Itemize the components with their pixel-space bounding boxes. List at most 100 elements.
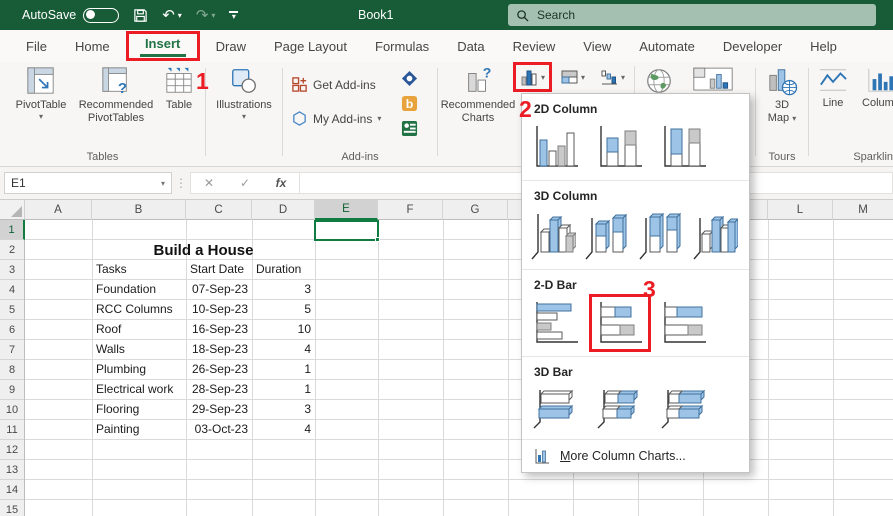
duration-cell[interactable]: 3 xyxy=(252,280,315,300)
table-button[interactable]: Table xyxy=(158,66,200,112)
duration-cell[interactable]: 1 xyxy=(252,360,315,380)
recommended-pivottables-button[interactable]: ? Recommended PivotTables xyxy=(72,66,160,125)
sheet-title-cell[interactable]: Build a House xyxy=(92,240,315,261)
start-date-cell[interactable]: 29-Sep-23 xyxy=(186,400,252,420)
row-header[interactable]: 9 xyxy=(0,380,24,400)
row-header[interactable]: 3 xyxy=(0,260,24,280)
task-cell[interactable]: Painting xyxy=(92,420,186,440)
task-cell[interactable]: Plumbing xyxy=(92,360,186,380)
tab-help[interactable]: Help xyxy=(796,30,851,62)
tab-insert-label[interactable]: Insert xyxy=(145,36,180,51)
selected-cell-e1[interactable] xyxy=(314,220,379,241)
pivottable-button[interactable]: PivotTable ▾ xyxy=(10,66,72,121)
duration-cell[interactable]: 4 xyxy=(252,420,315,440)
hierarchy-chart-chevron-icon[interactable]: ▾ xyxy=(581,73,585,82)
tab-formulas[interactable]: Formulas xyxy=(361,30,443,62)
people-graph-addin-icon[interactable] xyxy=(401,120,418,137)
illustrations-button[interactable]: Illustrations ▾ xyxy=(212,66,276,121)
stacked-100-3d-column-option[interactable] xyxy=(636,208,686,262)
duration-cell[interactable]: 1 xyxy=(252,380,315,400)
duration-cell[interactable]: 5 xyxy=(252,300,315,320)
table-row[interactable]: Plumbing 26-Sep-23 1 xyxy=(92,360,315,380)
recommended-charts-button[interactable]: ? Recommended Charts xyxy=(442,66,514,125)
clustered-3d-bar-option[interactable] xyxy=(528,384,584,432)
more-column-charts-label[interactable]: More Column Charts... xyxy=(560,449,686,463)
row-header[interactable]: 13 xyxy=(0,460,24,480)
visio-addin-icon[interactable] xyxy=(401,70,418,87)
row-header[interactable]: 12 xyxy=(0,440,24,460)
autosave-switch-icon[interactable] xyxy=(83,8,119,23)
start-date-cell[interactable]: 26-Sep-23 xyxy=(186,360,252,380)
sparkline-line-button[interactable]: Line xyxy=(815,66,851,110)
table-row[interactable]: RCC Columns 10-Sep-23 5 xyxy=(92,300,315,320)
tab-home[interactable]: Home xyxy=(61,30,124,62)
insert-waterfall-chart-button[interactable]: ▾ xyxy=(596,65,629,89)
bing-maps-addin-icon[interactable]: b xyxy=(401,95,418,112)
table-row[interactable]: Electrical work 28-Sep-23 1 xyxy=(92,380,315,400)
more-column-charts-item[interactable]: More Column Charts... xyxy=(522,439,749,472)
my-addins-button[interactable]: My Add-ins ▾ xyxy=(291,110,381,127)
maps-chart-button[interactable] xyxy=(640,66,678,96)
insert-hierarchy-chart-button[interactable]: ▾ xyxy=(556,65,589,89)
start-date-cell[interactable]: 28-Sep-23 xyxy=(186,380,252,400)
tab-view[interactable]: View xyxy=(569,30,625,62)
row-header[interactable]: 2 xyxy=(0,240,24,260)
task-cell[interactable]: Electrical work xyxy=(92,380,186,400)
stacked-100-3d-bar-option[interactable] xyxy=(656,384,712,432)
row-header[interactable]: 14 xyxy=(0,480,24,500)
row-header[interactable]: 11 xyxy=(0,420,24,440)
column-header-e-selected[interactable]: E xyxy=(315,200,378,220)
clustered-bar-option[interactable] xyxy=(528,297,584,349)
column-header-g[interactable]: G xyxy=(443,200,508,220)
search-box[interactable] xyxy=(508,4,876,26)
column-header-a[interactable]: A xyxy=(25,200,92,220)
name-box-chevron-icon[interactable]: ▾ xyxy=(161,179,165,188)
start-date-cell[interactable]: 18-Sep-23 xyxy=(186,340,252,360)
column-header-l[interactable]: L xyxy=(768,200,833,220)
task-cell[interactable]: RCC Columns xyxy=(92,300,186,320)
stacked-100-column-option[interactable] xyxy=(656,121,712,173)
undo-chevron-icon[interactable]: ▾ xyxy=(178,11,182,20)
task-cell[interactable]: Walls xyxy=(92,340,186,360)
tab-page-layout[interactable]: Page Layout xyxy=(260,30,361,62)
header-duration[interactable]: Duration xyxy=(252,260,315,280)
column-header-b[interactable]: B xyxy=(92,200,186,220)
confirm-entry-icon[interactable]: ✓ xyxy=(227,176,263,190)
header-tasks[interactable]: Tasks xyxy=(92,260,186,280)
start-date-cell[interactable]: 07-Sep-23 xyxy=(186,280,252,300)
stacked-3d-bar-option[interactable] xyxy=(592,384,648,432)
pivotchart-button[interactable] xyxy=(686,66,740,94)
map-3d-button[interactable]: 3D Map ▾ xyxy=(760,66,804,125)
insert-function-icon[interactable]: fx xyxy=(263,176,299,190)
start-date-cell[interactable]: 03-Oct-23 xyxy=(186,420,252,440)
insert-column-chart-button[interactable]: ▾ xyxy=(516,65,549,89)
row-header[interactable]: 7 xyxy=(0,340,24,360)
customize-quick-access-icon[interactable]: ▾ xyxy=(229,11,238,19)
autosave-toggle[interactable]: AutoSave xyxy=(22,8,119,23)
cancel-entry-icon[interactable]: ✕ xyxy=(191,176,227,190)
clustered-3d-column-option[interactable] xyxy=(528,208,578,262)
header-start-date[interactable]: Start Date xyxy=(186,260,252,280)
table-row[interactable]: Walls 18-Sep-23 4 xyxy=(92,340,315,360)
stacked-3d-column-option[interactable] xyxy=(582,208,632,262)
waterfall-chart-chevron-icon[interactable]: ▾ xyxy=(621,73,625,82)
stacked-column-option[interactable] xyxy=(592,121,648,173)
column-header-c[interactable]: C xyxy=(186,200,252,220)
duration-cell[interactable]: 4 xyxy=(252,340,315,360)
clustered-column-option[interactable] xyxy=(528,121,584,173)
task-cell[interactable]: Foundation xyxy=(92,280,186,300)
fill-handle[interactable] xyxy=(375,237,380,242)
generic-3d-column-option[interactable] xyxy=(690,208,740,262)
tab-data[interactable]: Data xyxy=(443,30,498,62)
row-header[interactable]: 4 xyxy=(0,280,24,300)
table-row[interactable]: Painting 03-Oct-23 4 xyxy=(92,420,315,440)
tab-automate[interactable]: Automate xyxy=(625,30,709,62)
name-box-value[interactable]: E1 xyxy=(11,176,161,190)
tab-developer[interactable]: Developer xyxy=(709,30,796,62)
stacked-100-bar-option[interactable] xyxy=(656,297,712,349)
tab-file[interactable]: File xyxy=(12,30,61,62)
duration-cell[interactable]: 10 xyxy=(252,320,315,340)
tab-draw[interactable]: Draw xyxy=(202,30,260,62)
start-date-cell[interactable]: 10-Sep-23 xyxy=(186,300,252,320)
tab-review[interactable]: Review xyxy=(499,30,570,62)
